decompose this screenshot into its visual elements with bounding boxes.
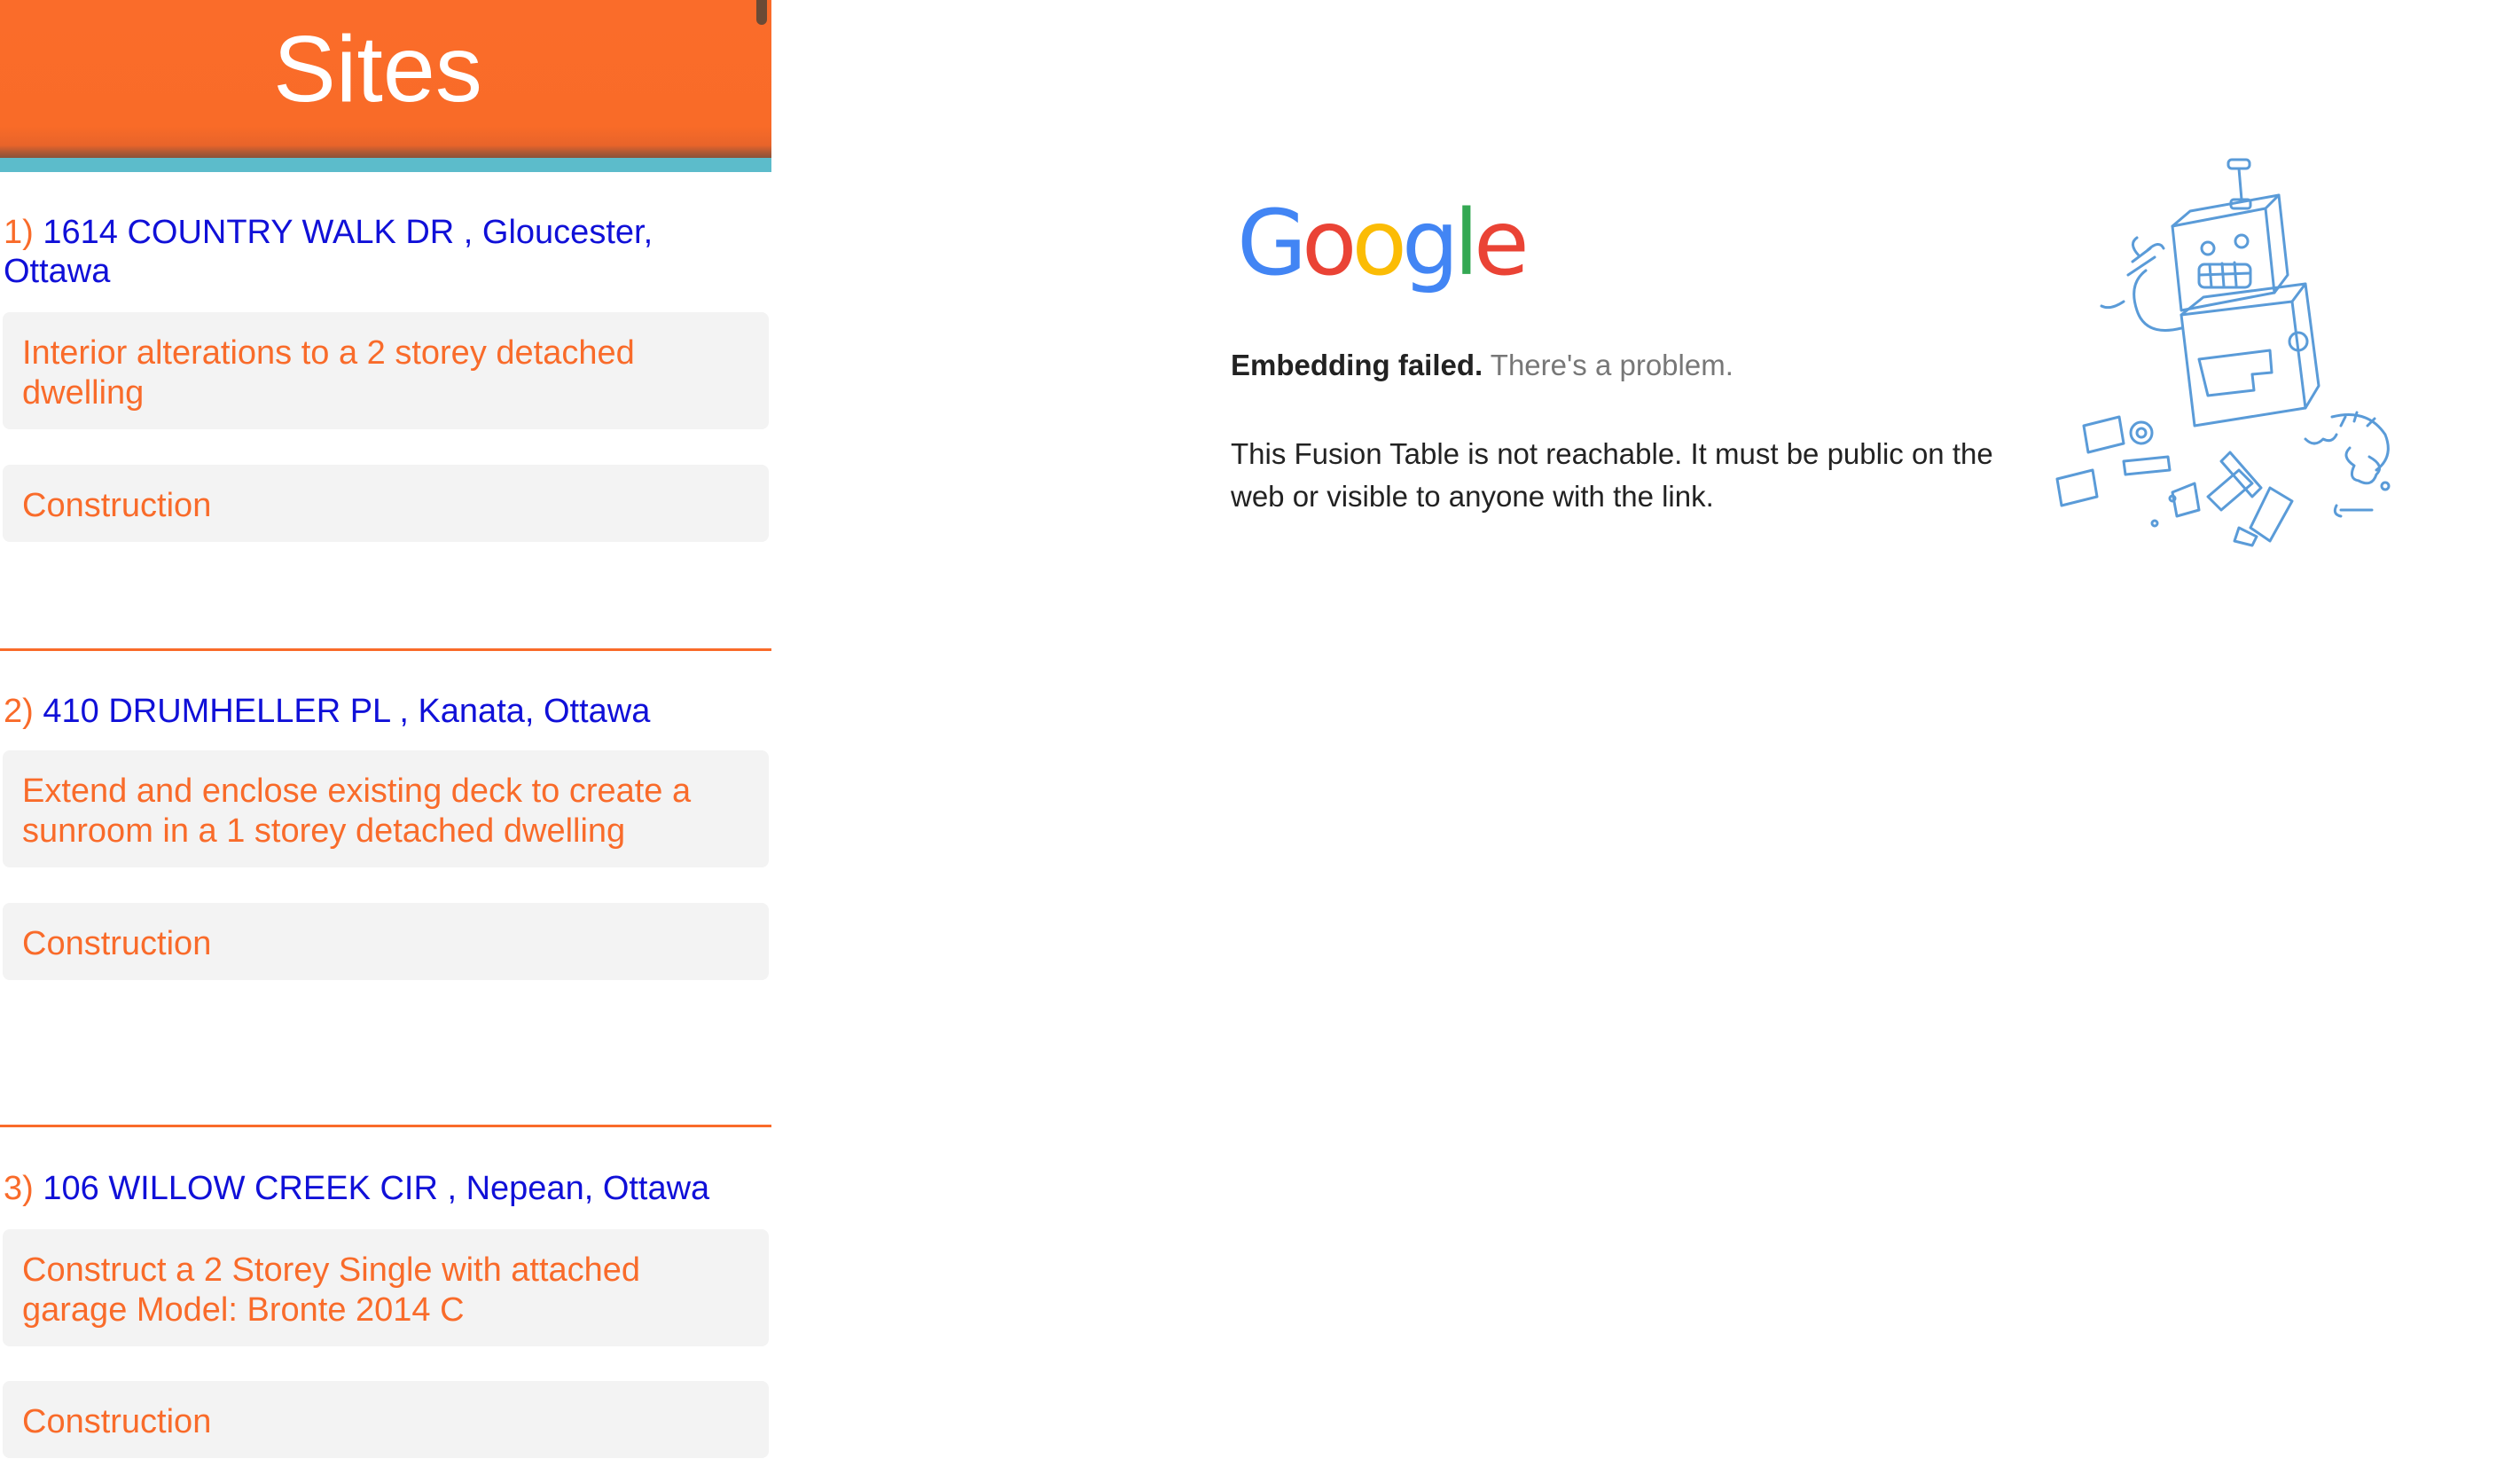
logo-letter: o <box>1302 191 1357 296</box>
logo-letter: G <box>1237 191 1307 296</box>
site-type: Construction <box>22 925 212 962</box>
site-type-card: Construction <box>3 1381 769 1458</box>
scrollbar-thumb[interactable] <box>756 0 767 25</box>
logo-letter: l <box>1453 191 1479 296</box>
error-subtitle: There's a problem. <box>1490 349 1733 381</box>
site-number: 2) <box>4 693 34 730</box>
embed-error-panel: Google Embedding failed. There's a probl… <box>1153 142 2438 603</box>
site-description: Construct a 2 Storey Single with attache… <box>22 1251 641 1329</box>
site-address[interactable]: 1614 COUNTRY WALK DR , Gloucester, Ottaw… <box>4 214 653 290</box>
site-description-card: Construct a 2 Storey Single with attache… <box>3 1229 769 1346</box>
sidebar-title: Sites <box>273 17 482 122</box>
site-type: Construction <box>22 1403 212 1440</box>
site-description-card: Extend and enclose existing deck to crea… <box>3 750 769 867</box>
logo-letter: e <box>1473 191 1530 296</box>
site-heading[interactable]: 1) 1614 COUNTRY WALK DR , Gloucester, Ot… <box>4 213 766 291</box>
site-number: 1) <box>4 214 34 251</box>
error-message: Embedding failed. There's a problem. <box>1231 348 1733 383</box>
header-stripe <box>0 158 771 172</box>
site-description: Extend and enclose existing deck to crea… <box>22 773 692 850</box>
broken-robot-icon <box>2055 158 2391 547</box>
site-description: Interior alterations to a 2 storey detac… <box>22 334 635 412</box>
error-detail: This Fusion Table is not reachable. It m… <box>1231 437 1993 513</box>
site-address[interactable]: 106 WILLOW CREEK CIR , Nepean, Ottawa <box>43 1170 709 1207</box>
site-heading[interactable]: 3) 106 WILLOW CREEK CIR , Nepean, Ottawa <box>4 1169 766 1208</box>
site-number: 3) <box>4 1170 34 1207</box>
logo-letter: g <box>1401 191 1460 296</box>
logo-letter: o <box>1351 191 1406 296</box>
sidebar-header: Sites <box>0 0 771 158</box>
site-type-card: Construction <box>3 465 769 542</box>
site-divider <box>0 648 771 651</box>
error-title: Embedding failed. <box>1231 349 1483 381</box>
site-type: Construction <box>22 487 212 524</box>
google-logo: Google <box>1237 191 1530 297</box>
site-heading[interactable]: 2) 410 DRUMHELLER PL , Kanata, Ottawa <box>4 692 766 731</box>
site-description-card: Interior alterations to a 2 storey detac… <box>3 312 769 429</box>
site-address[interactable]: 410 DRUMHELLER PL , Kanata, Ottawa <box>43 693 650 730</box>
sites-sidebar: Sites 1) 1614 COUNTRY WALK DR , Gloucest… <box>0 0 771 1467</box>
site-divider <box>0 1125 771 1127</box>
site-type-card: Construction <box>3 903 769 980</box>
